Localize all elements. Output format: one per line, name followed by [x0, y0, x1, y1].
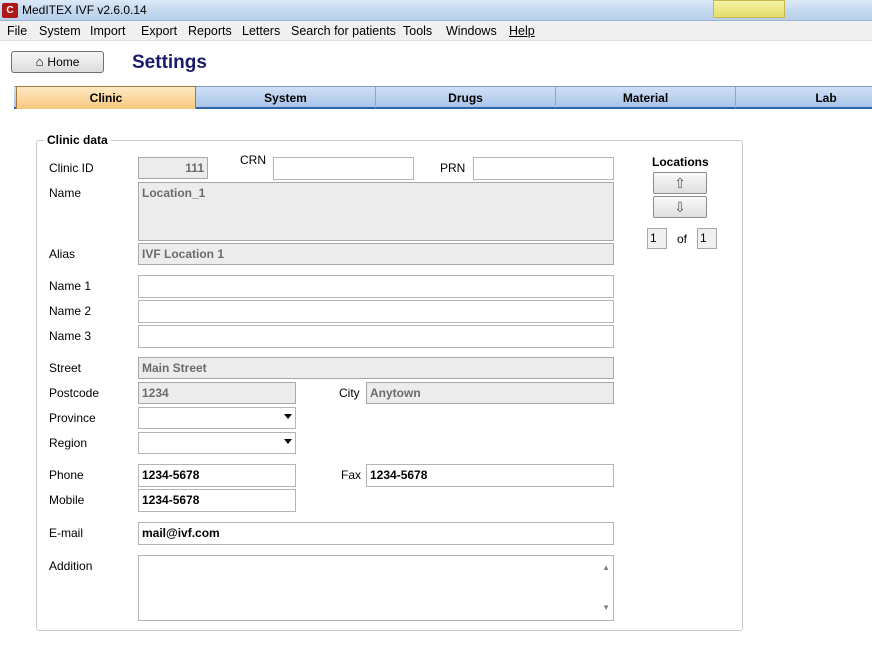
- postcode-field[interactable]: 1234: [138, 382, 296, 404]
- scroll-up-icon[interactable]: ▲: [602, 560, 610, 576]
- phone-label: Phone: [49, 468, 84, 482]
- scroll-down-icon[interactable]: ▼: [602, 600, 610, 616]
- tab-drugs[interactable]: Drugs: [376, 87, 556, 108]
- phone-field[interactable]: 1234-5678: [138, 464, 296, 487]
- name-field[interactable]: Location_1: [138, 182, 614, 241]
- prn-label: PRN: [440, 161, 466, 175]
- menu-import[interactable]: Import: [90, 24, 125, 38]
- app-logo-icon: C: [2, 3, 18, 18]
- menu-reports[interactable]: Reports: [188, 24, 232, 38]
- home-button-label: Home: [47, 55, 80, 69]
- location-current: 1: [647, 228, 667, 249]
- menu-export[interactable]: Export: [141, 24, 177, 38]
- location-up-button[interactable]: ⇧: [653, 172, 707, 194]
- alias-label: Alias: [49, 247, 76, 261]
- addition-textarea[interactable]: ▲ ▼: [138, 555, 614, 621]
- menu-tools[interactable]: Tools: [403, 24, 432, 38]
- location-total: 1: [697, 228, 717, 249]
- name3-field[interactable]: [138, 325, 614, 348]
- prn-field[interactable]: [473, 157, 614, 180]
- window-title: MedITEX IVF v2.6.0.14: [22, 3, 147, 17]
- addition-label: Addition: [49, 559, 93, 573]
- menu-search-for-patients[interactable]: Search for patients: [291, 24, 396, 38]
- province-select[interactable]: [138, 407, 296, 429]
- clinic-data-title: Clinic data: [44, 133, 111, 147]
- menu-bar: File System Import Export Reports Letter…: [0, 21, 872, 41]
- location-down-button[interactable]: ⇩: [653, 196, 707, 218]
- title-bar: C MedITEX IVF v2.6.0.14: [0, 0, 872, 21]
- menu-help[interactable]: Help: [509, 24, 535, 38]
- city-field[interactable]: Anytown: [366, 382, 614, 404]
- name1-field[interactable]: [138, 275, 614, 298]
- location-of-label: of: [677, 232, 688, 246]
- tab-clinic[interactable]: Clinic: [16, 86, 196, 109]
- name3-label: Name 3: [49, 329, 92, 343]
- email-field[interactable]: mail@ivf.com: [138, 522, 614, 545]
- region-select[interactable]: [138, 432, 296, 454]
- menu-system[interactable]: System: [39, 24, 81, 38]
- house-icon: ⌂: [35, 54, 44, 69]
- crn-field[interactable]: [273, 157, 414, 180]
- menu-windows[interactable]: Windows: [446, 24, 497, 38]
- province-label: Province: [49, 411, 96, 425]
- tab-material[interactable]: Material: [556, 87, 736, 108]
- menu-letters[interactable]: Letters: [242, 24, 280, 38]
- alias-field[interactable]: IVF Location 1: [138, 243, 614, 265]
- name1-label: Name 1: [49, 279, 92, 293]
- fax-label: Fax: [341, 468, 362, 482]
- locations-title: Locations: [652, 155, 709, 169]
- chevron-down-icon: [284, 414, 292, 419]
- menu-file[interactable]: File: [7, 24, 27, 38]
- tab-bar: Clinic System Drugs Material Lab: [14, 86, 872, 109]
- tab-system[interactable]: System: [196, 87, 376, 108]
- street-label: Street: [49, 361, 82, 375]
- arrow-down-icon: ⇩: [674, 199, 686, 215]
- crn-label: CRN: [240, 153, 266, 167]
- city-label: City: [339, 386, 360, 400]
- name2-field[interactable]: [138, 300, 614, 323]
- tab-lab[interactable]: Lab: [736, 87, 872, 108]
- mobile-label: Mobile: [49, 493, 85, 507]
- mobile-field[interactable]: 1234-5678: [138, 489, 296, 512]
- page-title: Settings: [132, 52, 207, 73]
- fax-field[interactable]: 1234-5678: [366, 464, 614, 487]
- home-button[interactable]: ⌂ Home: [11, 51, 104, 73]
- street-field[interactable]: Main Street: [138, 357, 614, 379]
- postcode-label: Postcode: [49, 386, 100, 400]
- chevron-down-icon: [284, 439, 292, 444]
- name-label: Name: [49, 186, 82, 200]
- clinic-id-field[interactable]: 111: [138, 157, 208, 179]
- region-label: Region: [49, 436, 88, 450]
- name2-label: Name 2: [49, 304, 92, 318]
- arrow-up-icon: ⇧: [674, 175, 686, 191]
- email-label: E-mail: [49, 526, 84, 540]
- title-highlight-area: [713, 0, 785, 18]
- clinic-id-label: Clinic ID: [49, 161, 94, 175]
